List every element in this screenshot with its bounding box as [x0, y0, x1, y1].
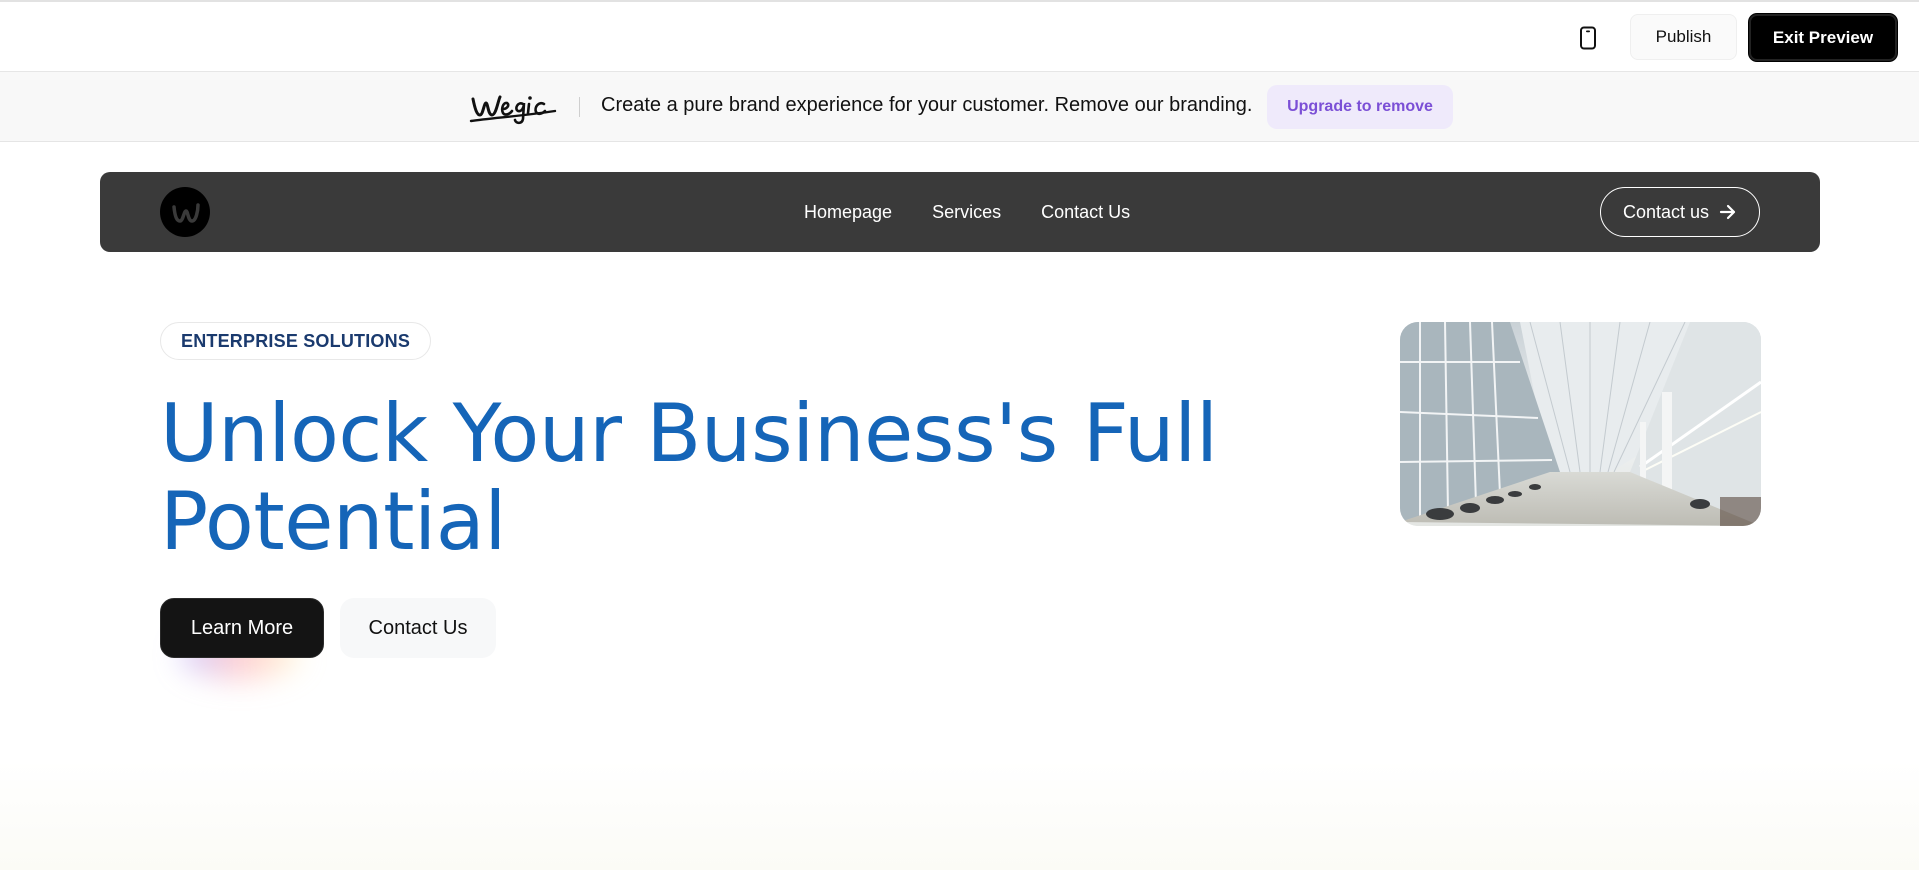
- mobile-device-icon: [1580, 26, 1596, 50]
- mobile-preview-button[interactable]: [1575, 24, 1601, 52]
- wegic-circle-logo-icon: [172, 203, 200, 223]
- nav-link-services[interactable]: Services: [932, 202, 1001, 223]
- nav-links: Homepage Services Contact Us: [804, 172, 1130, 252]
- publish-button[interactable]: Publish: [1630, 14, 1737, 60]
- hero-contact-button[interactable]: Contact Us: [340, 598, 496, 658]
- eyebrow-badge: ENTERPRISE SOLUTIONS: [160, 322, 432, 360]
- wegic-logo: [469, 95, 557, 125]
- arrow-right-icon: [1719, 204, 1736, 220]
- upgrade-to-remove-button[interactable]: Upgrade to remove: [1267, 85, 1453, 129]
- bottom-section-fade: [0, 760, 1919, 870]
- nav-link-contact-us[interactable]: Contact Us: [1041, 202, 1130, 223]
- nav-contact-label: Contact us: [1622, 201, 1710, 222]
- site-navbar: Homepage Services Contact Us Contact us: [100, 172, 1820, 252]
- site-logo[interactable]: [160, 187, 210, 237]
- banner-separator: [579, 97, 580, 117]
- branding-banner: Create a pure brand experience for your …: [0, 72, 1919, 142]
- nav-contact-button[interactable]: Contact us: [1600, 187, 1760, 237]
- editor-toolbar: Publish Exit Preview: [0, 2, 1919, 72]
- learn-more-button[interactable]: Learn More: [160, 598, 324, 658]
- nav-link-homepage[interactable]: Homepage: [804, 202, 892, 223]
- hero-office-image: [1400, 322, 1761, 526]
- office-atrium-illustration: [1400, 322, 1761, 526]
- exit-preview-button[interactable]: Exit Preview: [1749, 14, 1897, 61]
- banner-message: Create a pure brand experience for your …: [601, 94, 1253, 116]
- hero-title: Unlock Your Business's Full Potential: [160, 387, 1218, 568]
